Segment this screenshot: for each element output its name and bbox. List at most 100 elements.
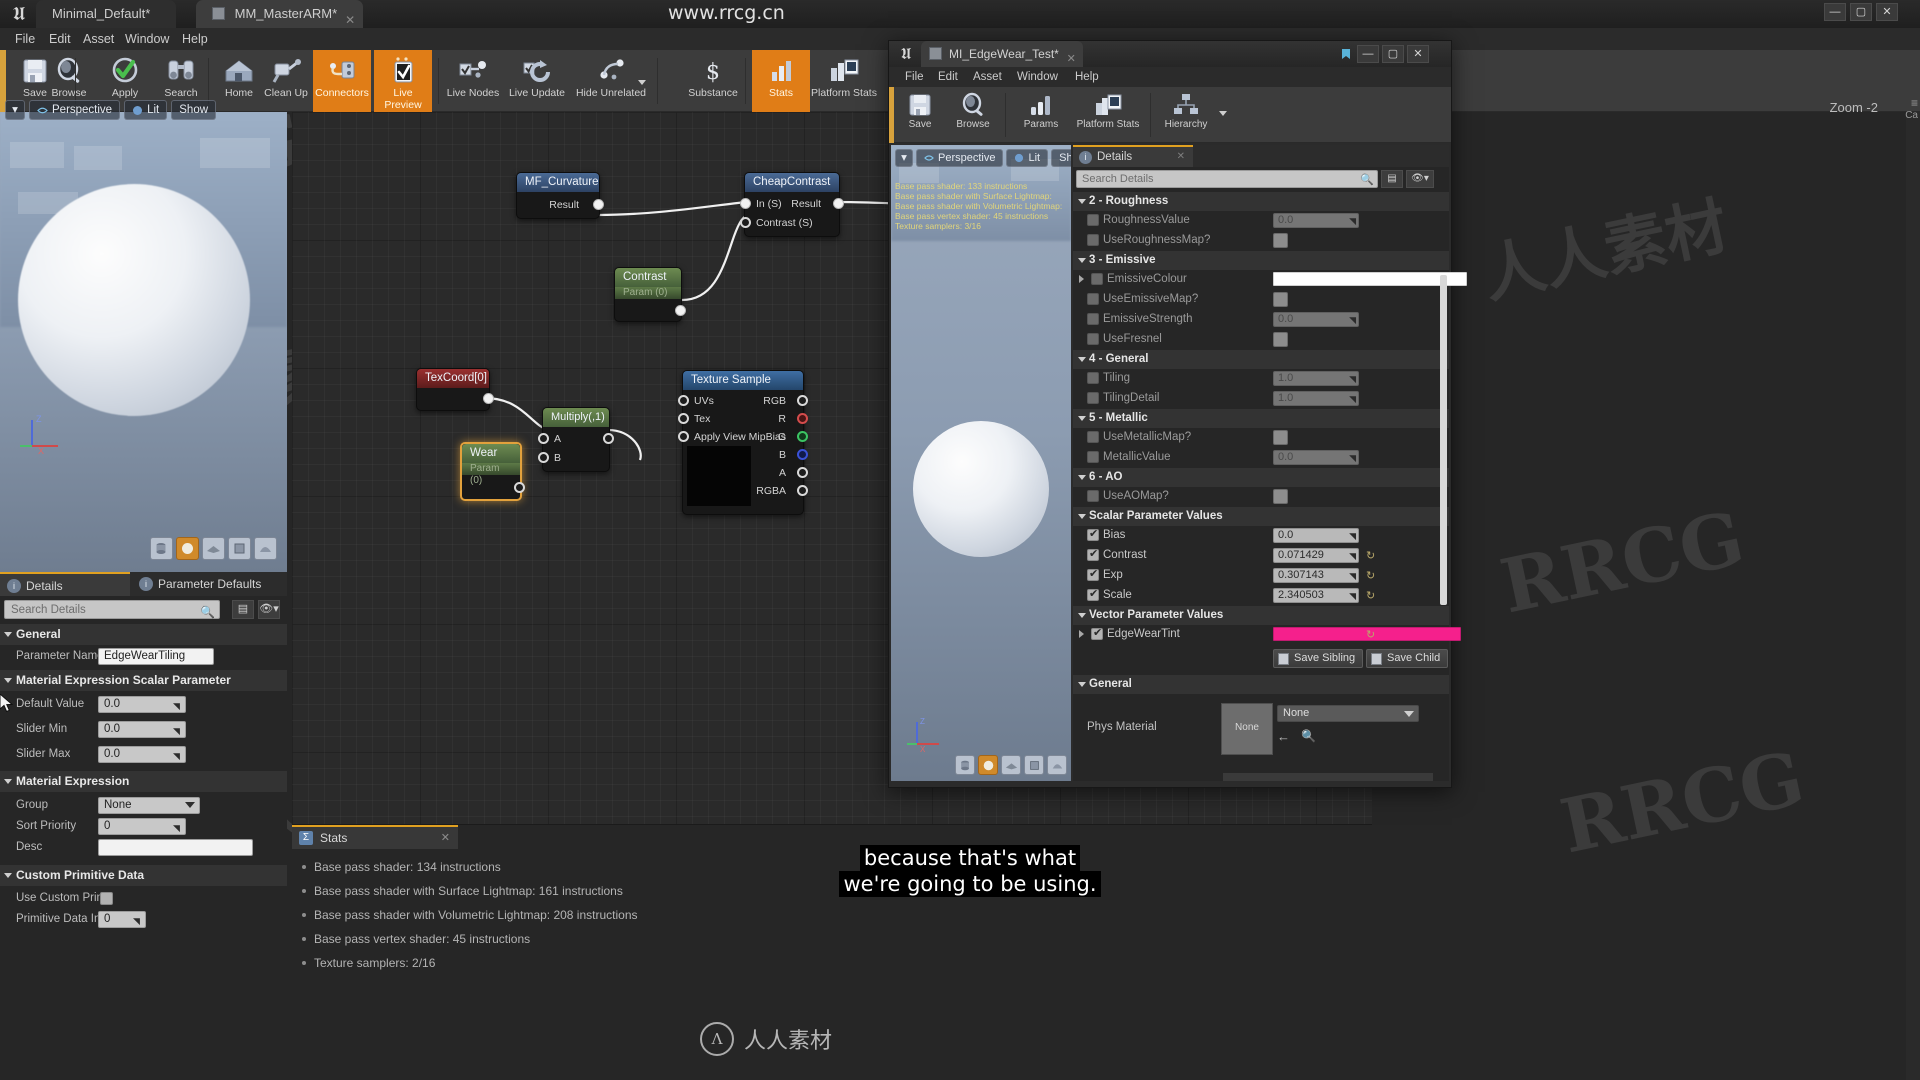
toolbar-live-nodes-button[interactable]: Live Nodes xyxy=(444,50,502,112)
output-pin-result[interactable] xyxy=(833,198,844,209)
mi-view-options-button[interactable]: 👁▾ xyxy=(1406,170,1434,188)
scale-input[interactable]: 2.340503 ◥ xyxy=(1273,588,1359,603)
save-child-button[interactable]: Save Child xyxy=(1366,649,1449,668)
window-close-button[interactable]: ✕ xyxy=(1876,3,1898,21)
input-pin-uvs[interactable] xyxy=(678,395,689,406)
mi-group-6-ao[interactable]: 6 - AO xyxy=(1073,468,1449,487)
toolbar-platform-stats-button[interactable]: Platform Stats xyxy=(808,50,880,112)
viewport-show-button[interactable]: Show xyxy=(171,100,217,120)
group-combobox[interactable]: None xyxy=(98,797,200,814)
material-preview-viewport[interactable]: Z X xyxy=(0,112,287,572)
output-pin-a[interactable] xyxy=(797,467,808,478)
spinner-icon[interactable]: ◥ xyxy=(133,914,142,926)
mi-group-general[interactable]: General xyxy=(1073,675,1449,694)
mi-window-minimize-button[interactable]: — xyxy=(1357,45,1379,63)
toolbar-stats-button[interactable]: Stats xyxy=(752,50,810,112)
mi-platform-stats-button[interactable]: Platform Stats xyxy=(1069,87,1147,143)
toolbar-substance-button[interactable]: $ Substance xyxy=(684,50,742,112)
node-contrast-param[interactable]: Contrast Param (0) xyxy=(614,267,686,322)
mi-preview-cube-button[interactable] xyxy=(1024,755,1044,775)
exp-input[interactable]: 0.307143 ◥ xyxy=(1273,568,1359,583)
bias-input[interactable]: 0.0 ◥ xyxy=(1273,528,1359,543)
usemetallicmap-checkbox[interactable] xyxy=(1273,430,1288,445)
output-pin[interactable] xyxy=(483,393,494,404)
phys-material-browse-icon[interactable]: 🔍 xyxy=(1301,729,1316,743)
node-cheap-contrast[interactable]: CheapContrast In (S) Contrast (S) Result xyxy=(740,172,844,237)
emissivestrength-input[interactable]: 0.0 ◥ xyxy=(1273,312,1359,327)
output-pin-g[interactable] xyxy=(797,431,808,442)
reset-to-default-icon[interactable]: ↻ xyxy=(1366,549,1375,562)
viewport-perspective-button[interactable]: Perspective xyxy=(29,100,121,120)
metallicvalue-input[interactable]: 0.0 ◥ xyxy=(1273,450,1359,465)
mi-list-view-button[interactable]: ▤ xyxy=(1381,170,1403,188)
mi-viewport-lit-button[interactable]: Lit xyxy=(1006,149,1049,167)
override-checkbox[interactable] xyxy=(1087,372,1099,384)
override-checkbox[interactable] xyxy=(1087,431,1099,443)
output-pin[interactable] xyxy=(514,482,525,493)
mi-menu-file[interactable]: File xyxy=(897,67,932,87)
node-wear-param[interactable]: Wear Param (0) xyxy=(460,442,525,501)
slider-max-input[interactable]: 0.0 ◥ xyxy=(98,746,186,763)
mi-preview-viewport[interactable]: ▾ Perspective Lit Show Base pass shader:… xyxy=(891,145,1071,781)
spinner-icon[interactable]: ◥ xyxy=(1349,570,1356,583)
mi-preview-cylinder-button[interactable] xyxy=(955,755,975,775)
spinner-icon[interactable]: ◥ xyxy=(173,699,182,711)
phys-material-thumbnail[interactable]: None xyxy=(1221,703,1273,755)
tab-parameter-defaults[interactable]: i Parameter Defaults xyxy=(132,572,287,596)
input-pin-tex[interactable] xyxy=(678,413,689,424)
search-icon[interactable]: 🔍 xyxy=(200,603,215,621)
window-maximize-button[interactable]: ▢ xyxy=(1850,3,1872,21)
default-value-input[interactable]: 0.0 ◥ xyxy=(98,696,186,713)
preview-sphere-button[interactable] xyxy=(176,537,199,560)
override-checkbox[interactable] xyxy=(1091,626,1103,640)
toolbar-hide-unrelated-button[interactable]: Hide Unrelated xyxy=(572,50,650,112)
menu-file[interactable]: File xyxy=(6,28,44,50)
reset-to-default-icon[interactable]: ↻ xyxy=(1366,628,1375,641)
node-texture-sample[interactable]: Texture Sample UVs Tex Apply View MipBia… xyxy=(678,370,808,515)
useemissivemap-checkbox[interactable] xyxy=(1273,292,1288,307)
output-pin[interactable] xyxy=(603,433,614,444)
spinner-icon[interactable]: ◥ xyxy=(1349,215,1356,228)
override-checkbox[interactable] xyxy=(1087,313,1099,325)
node-multiply[interactable]: Multiply(,1) A B xyxy=(538,407,614,472)
mi-preview-sphere-button[interactable] xyxy=(978,755,998,775)
override-checkbox[interactable] xyxy=(1087,392,1099,404)
mi-editor-tab[interactable]: MI_EdgeWear_Test* ✕ xyxy=(921,41,1083,67)
node-texcoord[interactable]: TexCoord[0] xyxy=(416,368,494,411)
phys-material-use-selected-icon[interactable]: ← xyxy=(1277,729,1290,744)
spinner-icon[interactable]: ◥ xyxy=(173,749,182,761)
viewport-lit-button[interactable]: Lit xyxy=(124,100,168,120)
mi-group-3-emissive[interactable]: 3 - Emissive xyxy=(1073,251,1449,270)
menu-window[interactable]: Window xyxy=(116,28,178,50)
input-pin-a[interactable] xyxy=(538,433,549,444)
toolbar-live-update-button[interactable]: Live Update xyxy=(508,50,566,112)
preview-cube-button[interactable] xyxy=(228,537,251,560)
section-material-expression[interactable]: Material Expression xyxy=(0,771,287,792)
override-checkbox[interactable] xyxy=(1087,490,1099,502)
toolbar-connectors-button[interactable]: Connectors xyxy=(313,50,371,112)
mi-viewport-perspective-button[interactable]: Perspective xyxy=(916,149,1004,167)
stats-panel-header[interactable]: Σ Stats ✕ xyxy=(292,825,458,849)
menu-help[interactable]: Help xyxy=(173,28,217,50)
override-checkbox[interactable] xyxy=(1091,273,1103,285)
preview-cylinder-button[interactable] xyxy=(150,537,173,560)
input-pin-contrast[interactable] xyxy=(740,217,751,228)
reset-to-default-icon[interactable]: ↻ xyxy=(1366,569,1375,582)
parameter-name-input[interactable]: EdgeWearTiling xyxy=(98,648,214,665)
tab-details[interactable]: i Details xyxy=(0,572,130,596)
input-pin-in[interactable] xyxy=(740,198,751,209)
spinner-icon[interactable]: ◥ xyxy=(1349,550,1356,563)
useroughnessmap-checkbox[interactable] xyxy=(1273,233,1288,248)
mi-details-scrollbar[interactable] xyxy=(1440,275,1447,605)
spinner-icon[interactable]: ◥ xyxy=(1349,530,1356,543)
primitive-data-index-input[interactable]: 0 ◥ xyxy=(98,911,146,928)
toolbar-live-preview-button[interactable]: Live Preview xyxy=(374,50,432,112)
preview-plane-button[interactable] xyxy=(202,537,225,560)
details-list-view-button[interactable]: ▤ xyxy=(232,600,254,619)
mi-window-close-button[interactable]: ✕ xyxy=(1407,45,1429,63)
mi-params-button[interactable]: Params xyxy=(1013,87,1069,143)
sort-priority-input[interactable]: 0 ◥ xyxy=(98,818,186,835)
output-pin-r[interactable] xyxy=(797,413,808,424)
useaomap-checkbox[interactable] xyxy=(1273,489,1288,504)
mi-preview-mesh-button[interactable] xyxy=(1047,755,1067,775)
